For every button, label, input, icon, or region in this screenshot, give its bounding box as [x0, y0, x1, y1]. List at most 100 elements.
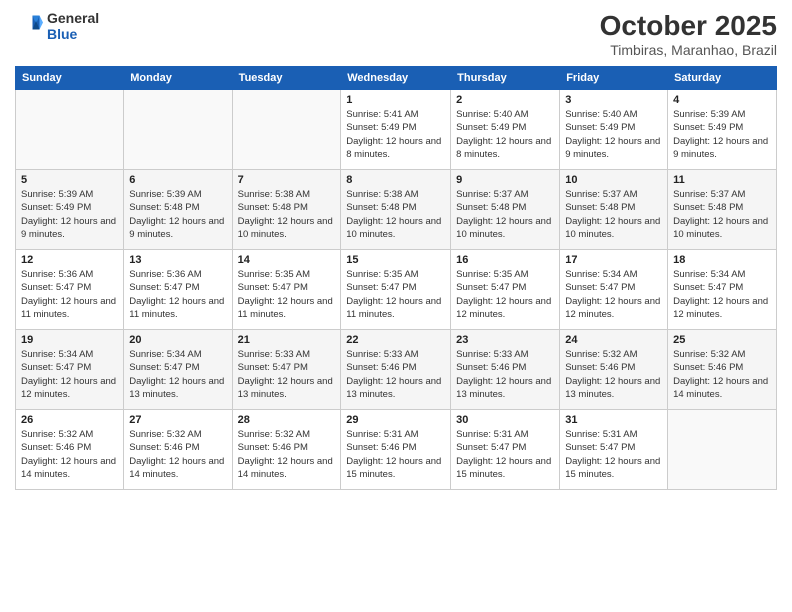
day-info: Sunrise: 5:35 AM Sunset: 5:47 PM Dayligh… — [346, 268, 445, 321]
calendar-cell: 1Sunrise: 5:41 AM Sunset: 5:49 PM Daylig… — [341, 90, 451, 170]
day-number: 30 — [456, 414, 554, 426]
day-info: Sunrise: 5:36 AM Sunset: 5:47 PM Dayligh… — [129, 268, 226, 321]
calendar-week-row: 5 Sunrise: 5:39 AM Sunset: 5:49 PM Daylig… — [16, 170, 777, 250]
logo: General Blue — [15, 10, 99, 42]
col-monday: Monday — [124, 67, 232, 90]
calendar-cell — [16, 90, 124, 170]
calendar-cell: 25 Sunrise: 5:32 AM Sunset: 5:46 PM Dayli… — [668, 330, 777, 410]
logo-icon — [15, 12, 43, 40]
calendar-cell: 18 Sunrise: 5:34 AM Sunset: 5:47 PM Dayli… — [668, 250, 777, 330]
day-info: Sunrise: 5:32 AM Sunset: 5:46 PM Dayligh… — [129, 428, 226, 481]
day-info: Sunrise: 5:34 AM Sunset: 5:47 PM Dayligh… — [673, 268, 771, 321]
calendar-cell: 27 Sunrise: 5:32 AM Sunset: 5:46 PM Dayli… — [124, 410, 232, 490]
day-number: 20 — [129, 334, 226, 346]
day-number: 11 — [673, 174, 771, 186]
calendar-cell: 26 Sunrise: 5:32 AM Sunset: 5:46 PM Dayli… — [16, 410, 124, 490]
logo-general: General — [47, 10, 99, 26]
calendar-cell: 28 Sunrise: 5:32 AM Sunset: 5:46 PM Dayli… — [232, 410, 341, 490]
calendar-cell: 12Sunrise: 5:36 AM Sunset: 5:47 PM Dayli… — [16, 250, 124, 330]
day-info: Sunrise: 5:31 AM Sunset: 5:47 PM Dayligh… — [565, 428, 662, 481]
day-info: Sunrise: 5:39 AM Sunset: 5:49 PM Dayligh… — [673, 108, 771, 161]
day-info: Sunrise: 5:33 AM Sunset: 5:46 PM Dayligh… — [346, 348, 445, 401]
day-number: 23 — [456, 334, 554, 346]
day-info: Sunrise: 5:37 AM Sunset: 5:48 PM Dayligh… — [673, 188, 771, 241]
day-number: 8 — [346, 174, 445, 186]
day-number: 29 — [346, 414, 445, 426]
day-info: Sunrise: 5:38 AM Sunset: 5:48 PM Dayligh… — [238, 188, 336, 241]
day-info: Sunrise: 5:32 AM Sunset: 5:46 PM Dayligh… — [673, 348, 771, 401]
day-info: Sunrise: 5:39 AM Sunset: 5:49 PM Dayligh… — [21, 188, 118, 241]
day-number: 17 — [565, 254, 662, 266]
calendar-cell: 31 Sunrise: 5:31 AM Sunset: 5:47 PM Dayli… — [560, 410, 668, 490]
calendar-cell: 6Sunrise: 5:39 AM Sunset: 5:48 PM Daylig… — [124, 170, 232, 250]
col-sunday: Sunday — [16, 67, 124, 90]
day-number: 25 — [673, 334, 771, 346]
day-number: 1 — [346, 94, 445, 106]
day-info: Sunrise: 5:37 AM Sunset: 5:48 PM Dayligh… — [565, 188, 662, 241]
calendar-week-row: 1Sunrise: 5:41 AM Sunset: 5:49 PM Daylig… — [16, 90, 777, 170]
day-info: Sunrise: 5:37 AM Sunset: 5:48 PM Dayligh… — [456, 188, 554, 241]
calendar-cell: 13 Sunrise: 5:36 AM Sunset: 5:47 PM Dayli… — [124, 250, 232, 330]
day-number: 10 — [565, 174, 662, 186]
day-number: 21 — [238, 334, 336, 346]
day-info: Sunrise: 5:34 AM Sunset: 5:47 PM Dayligh… — [129, 348, 226, 401]
day-info: Sunrise: 5:38 AM Sunset: 5:48 PM Dayligh… — [346, 188, 445, 241]
title-block: October 2025 Timbiras, Maranhao, Brazil — [600, 10, 777, 58]
calendar-cell: 20 Sunrise: 5:34 AM Sunset: 5:47 PM Dayli… — [124, 330, 232, 410]
calendar-cell: 29Sunrise: 5:31 AM Sunset: 5:46 PM Dayli… — [341, 410, 451, 490]
calendar-cell: 14 Sunrise: 5:35 AM Sunset: 5:47 PM Dayli… — [232, 250, 341, 330]
calendar-week-row: 19Sunrise: 5:34 AM Sunset: 5:47 PM Dayli… — [16, 330, 777, 410]
day-info: Sunrise: 5:40 AM Sunset: 5:49 PM Dayligh… — [565, 108, 662, 161]
day-info: Sunrise: 5:33 AM Sunset: 5:47 PM Dayligh… — [238, 348, 336, 401]
day-number: 24 — [565, 334, 662, 346]
day-info: Sunrise: 5:32 AM Sunset: 5:46 PM Dayligh… — [565, 348, 662, 401]
day-number: 15 — [346, 254, 445, 266]
day-number: 4 — [673, 94, 771, 106]
day-number: 3 — [565, 94, 662, 106]
day-info: Sunrise: 5:40 AM Sunset: 5:49 PM Dayligh… — [456, 108, 554, 161]
day-number: 12 — [21, 254, 118, 266]
header: General Blue October 2025 Timbiras, Mara… — [15, 10, 777, 58]
day-info: Sunrise: 5:35 AM Sunset: 5:47 PM Dayligh… — [456, 268, 554, 321]
day-number: 31 — [565, 414, 662, 426]
day-info: Sunrise: 5:32 AM Sunset: 5:46 PM Dayligh… — [21, 428, 118, 481]
calendar-week-row: 26 Sunrise: 5:32 AM Sunset: 5:46 PM Dayli… — [16, 410, 777, 490]
day-number: 27 — [129, 414, 226, 426]
calendar-cell: 4 Sunrise: 5:39 AM Sunset: 5:49 PM Daylig… — [668, 90, 777, 170]
calendar-cell: 2Sunrise: 5:40 AM Sunset: 5:49 PM Daylig… — [451, 90, 560, 170]
day-number: 22 — [346, 334, 445, 346]
calendar-cell: 17 Sunrise: 5:34 AM Sunset: 5:47 PM Dayli… — [560, 250, 668, 330]
col-thursday: Thursday — [451, 67, 560, 90]
calendar-cell: 24 Sunrise: 5:32 AM Sunset: 5:46 PM Dayli… — [560, 330, 668, 410]
day-info: Sunrise: 5:34 AM Sunset: 5:47 PM Dayligh… — [565, 268, 662, 321]
day-number: 13 — [129, 254, 226, 266]
calendar-cell: 22 Sunrise: 5:33 AM Sunset: 5:46 PM Dayli… — [341, 330, 451, 410]
page: General Blue October 2025 Timbiras, Mara… — [0, 0, 792, 612]
calendar-cell — [232, 90, 341, 170]
day-number: 5 — [21, 174, 118, 186]
day-info: Sunrise: 5:32 AM Sunset: 5:46 PM Dayligh… — [238, 428, 336, 481]
day-number: 14 — [238, 254, 336, 266]
day-number: 18 — [673, 254, 771, 266]
day-number: 26 — [21, 414, 118, 426]
day-number: 9 — [456, 174, 554, 186]
calendar-cell: 8 Sunrise: 5:38 AM Sunset: 5:48 PM Daylig… — [341, 170, 451, 250]
calendar-cell: 9 Sunrise: 5:37 AM Sunset: 5:48 PM Daylig… — [451, 170, 560, 250]
calendar-cell: 15 Sunrise: 5:35 AM Sunset: 5:47 PM Dayli… — [341, 250, 451, 330]
day-info: Sunrise: 5:34 AM Sunset: 5:47 PM Dayligh… — [21, 348, 118, 401]
calendar-cell — [124, 90, 232, 170]
day-number: 6 — [129, 174, 226, 186]
day-number: 16 — [456, 254, 554, 266]
calendar-week-row: 12 Sunrise: 5:36 AM Sunset: 5:47 PM Dayli… — [16, 250, 777, 330]
calendar-cell: 30 Sunrise: 5:31 AM Sunset: 5:47 PM Dayli… — [451, 410, 560, 490]
day-info: Sunrise: 5:31 AM Sunset: 5:47 PM Dayligh… — [456, 428, 554, 481]
day-info: Sunrise: 5:35 AM Sunset: 5:47 PM Dayligh… — [238, 268, 336, 321]
logo-blue: Blue — [47, 26, 99, 42]
col-friday: Friday — [560, 67, 668, 90]
calendar-cell: 7Sunrise: 5:38 AM Sunset: 5:48 PM Daylig… — [232, 170, 341, 250]
calendar-cell: 21 Sunrise: 5:33 AM Sunset: 5:47 PM Dayli… — [232, 330, 341, 410]
day-number: 28 — [238, 414, 336, 426]
calendar-cell: 16 Sunrise: 5:35 AM Sunset: 5:47 PM Dayli… — [451, 250, 560, 330]
day-info: Sunrise: 5:33 AM Sunset: 5:46 PM Dayligh… — [456, 348, 554, 401]
calendar-cell: 23 Sunrise: 5:33 AM Sunset: 5:46 PM Dayli… — [451, 330, 560, 410]
